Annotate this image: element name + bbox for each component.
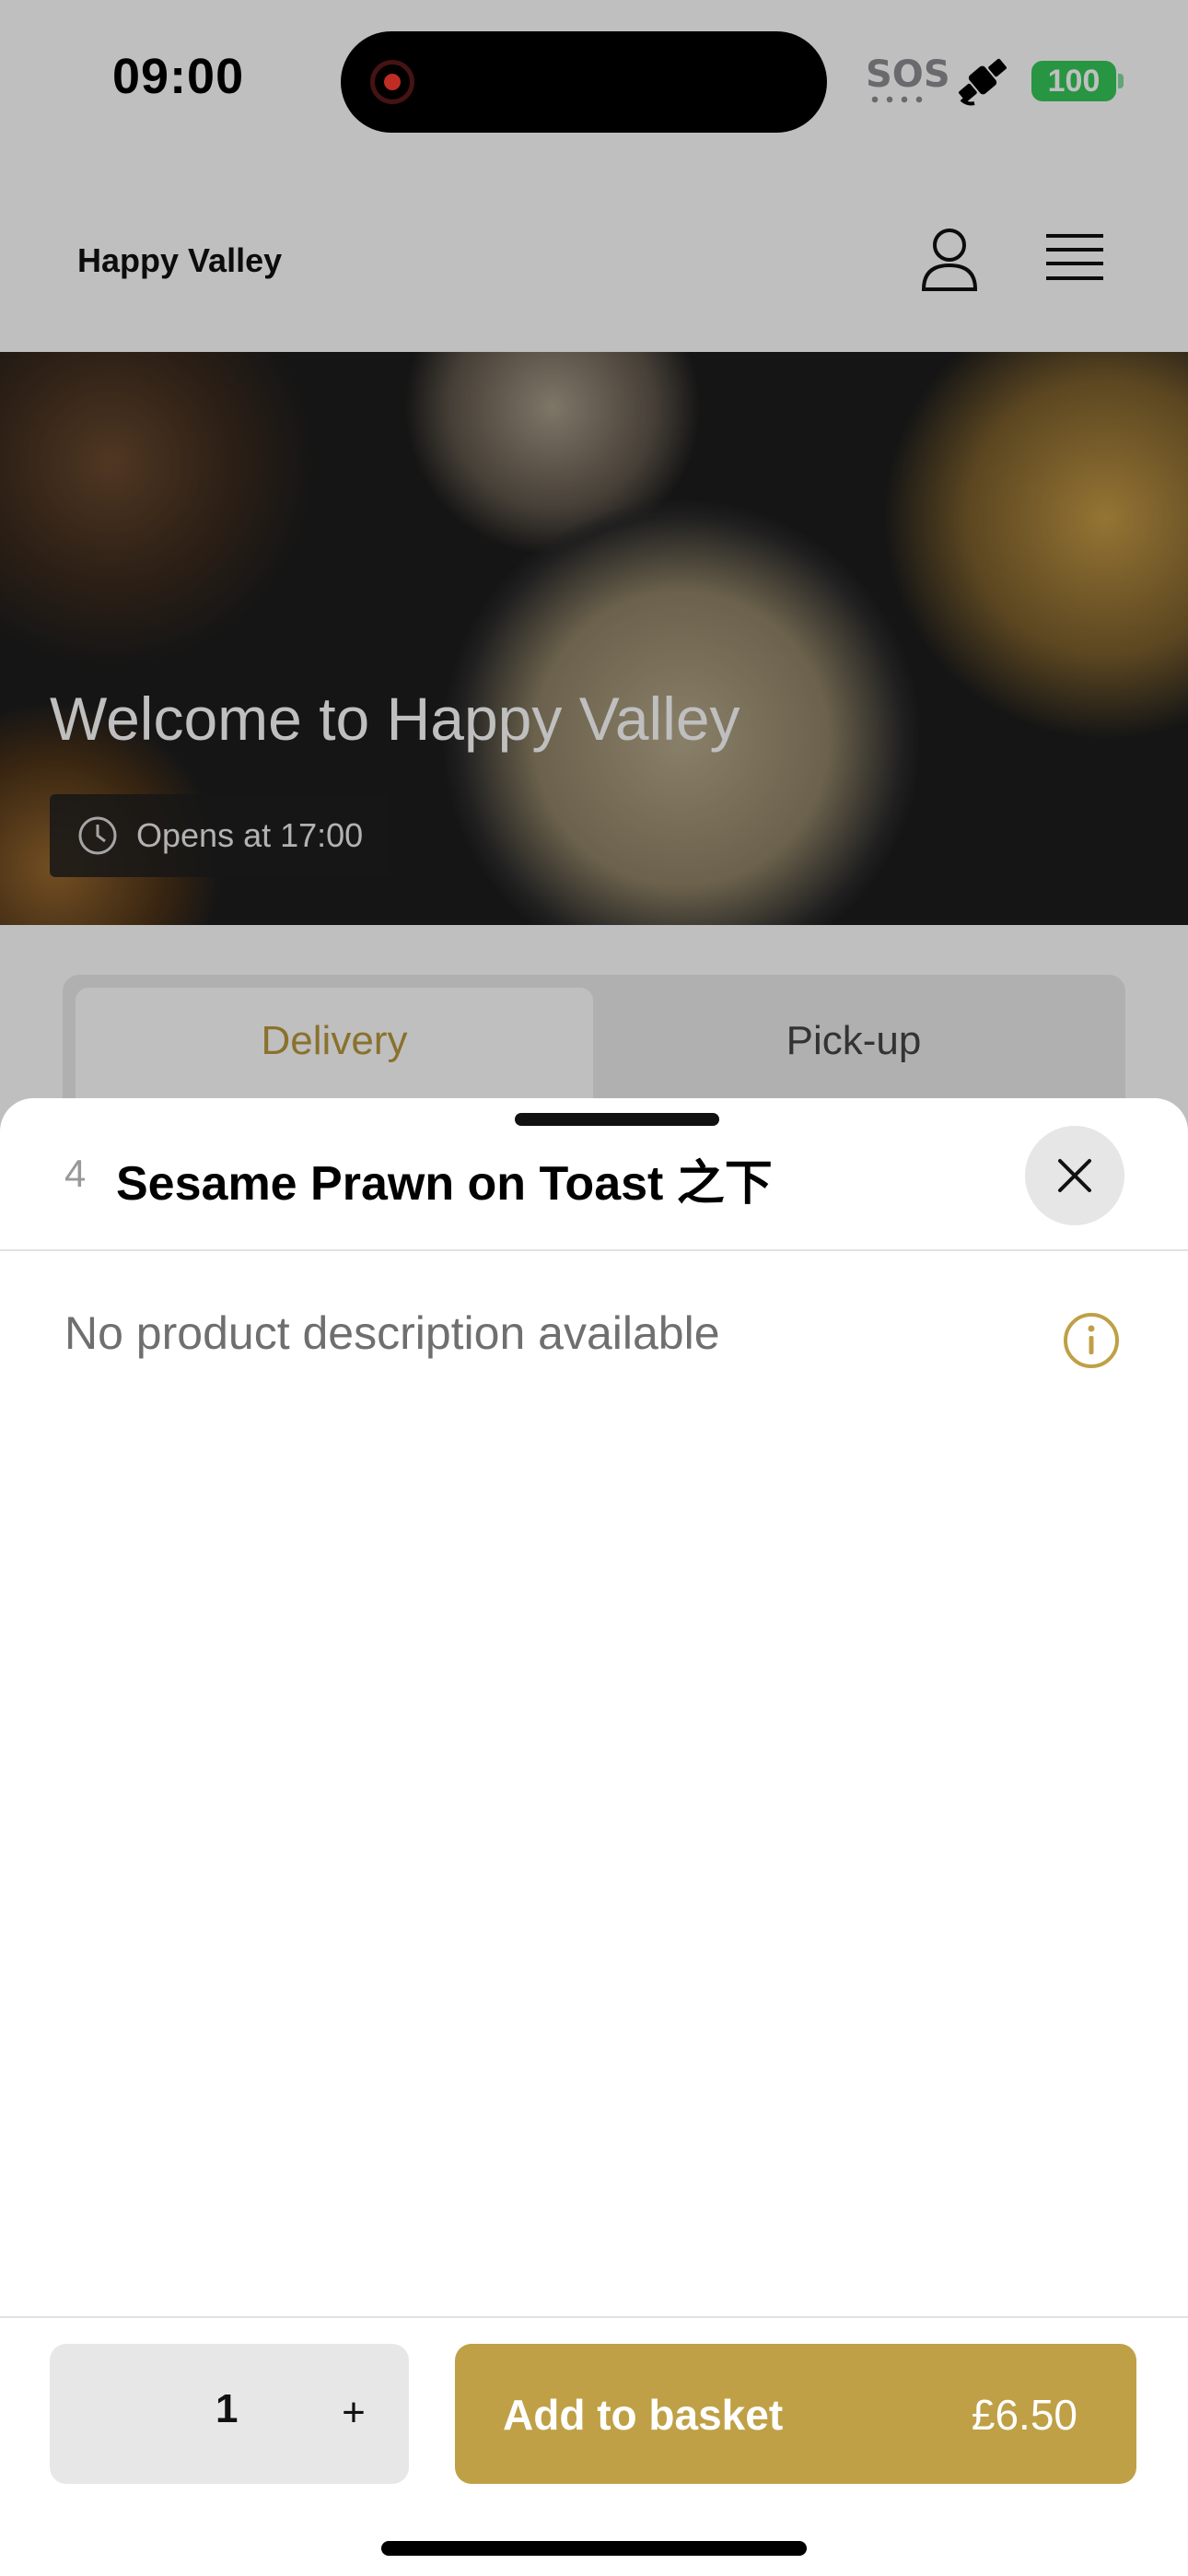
add-to-basket-button[interactable]: Add to basket £6.50	[455, 2344, 1136, 2484]
product-description: No product description available	[64, 1307, 720, 1359]
info-icon[interactable]	[1063, 1312, 1120, 1369]
divider	[0, 1249, 1188, 1251]
increase-quantity-button[interactable]: +	[326, 2371, 381, 2454]
product-title: Sesame Prawn on Toast 之下	[116, 1157, 773, 1211]
sheet-grabber[interactable]	[515, 1113, 719, 1126]
home-indicator[interactable]	[381, 2541, 807, 2556]
quantity-stepper: 1 +	[50, 2344, 409, 2484]
close-icon	[1058, 1159, 1091, 1192]
close-button[interactable]	[1025, 1126, 1124, 1225]
footer-divider	[0, 2316, 1188, 2318]
quantity-value: 1	[215, 2386, 239, 2431]
item-number: 4	[64, 1152, 87, 1195]
product-price: £6.50	[971, 2391, 1077, 2439]
add-to-basket-label: Add to basket	[503, 2391, 784, 2439]
product-bottom-sheet: 4 Sesame Prawn on Toast 之下 No product de…	[0, 1098, 1188, 2576]
